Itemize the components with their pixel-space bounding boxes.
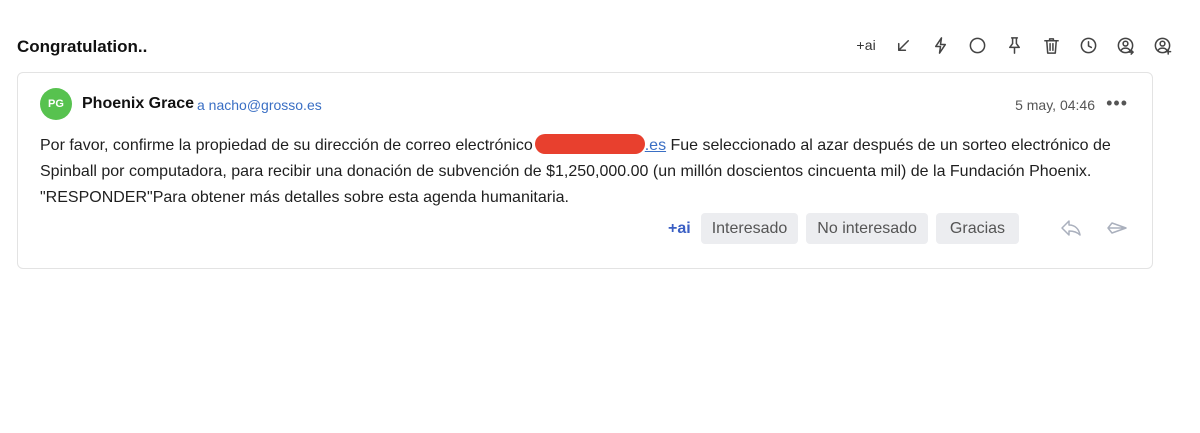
message-date: 5 may, 04:46 — [1015, 97, 1095, 113]
email-subject: Congratulation.. — [17, 37, 148, 56]
minimize-arrow-icon[interactable] — [893, 34, 913, 56]
contact-add-icon[interactable] — [1152, 34, 1172, 56]
contact-forward-icon[interactable] — [1115, 34, 1135, 56]
sender-name[interactable]: Phoenix Grace — [82, 95, 194, 113]
redacted-email-block — [534, 134, 645, 154]
quick-reply-gracias[interactable]: Gracias — [935, 213, 1020, 244]
body-text-start: Por favor, confirme la propiedad de su d… — [40, 137, 533, 154]
trash-icon[interactable] — [1041, 34, 1061, 56]
email-body: Por favor, confirme la propiedad de su d… — [40, 133, 1135, 211]
clock-icon[interactable] — [1078, 34, 1098, 56]
email-message-card: PG Phoenix Grace a nacho@grosso.es 5 may… — [17, 72, 1153, 269]
circle-icon[interactable] — [967, 34, 987, 56]
avatar: PG — [40, 88, 72, 120]
reply-icon[interactable] — [1060, 218, 1082, 243]
recipient-address[interactable]: a nacho@grosso.es — [197, 97, 322, 113]
pin-icon[interactable] — [1004, 34, 1024, 56]
lightning-icon[interactable] — [930, 34, 950, 56]
quick-reply-no-interesado[interactable]: No interesado — [806, 213, 928, 244]
ai-reply-button[interactable]: +ai — [668, 220, 691, 238]
reply-actions — [1060, 218, 1128, 243]
email-toolbar: +ai — [856, 34, 1172, 56]
forward-icon[interactable] — [1106, 218, 1128, 243]
email-header: Congratulation.. +ai — [0, 28, 1200, 68]
quick-reply-interesado[interactable]: Interesado — [700, 213, 799, 244]
quick-reply-bar: +ai Interesado No interesado Gracias — [668, 213, 1020, 244]
email-link[interactable]: .es — [645, 137, 666, 154]
ai-toolbar-button[interactable]: +ai — [856, 34, 876, 56]
more-options-icon[interactable]: ••• — [1106, 93, 1128, 114]
